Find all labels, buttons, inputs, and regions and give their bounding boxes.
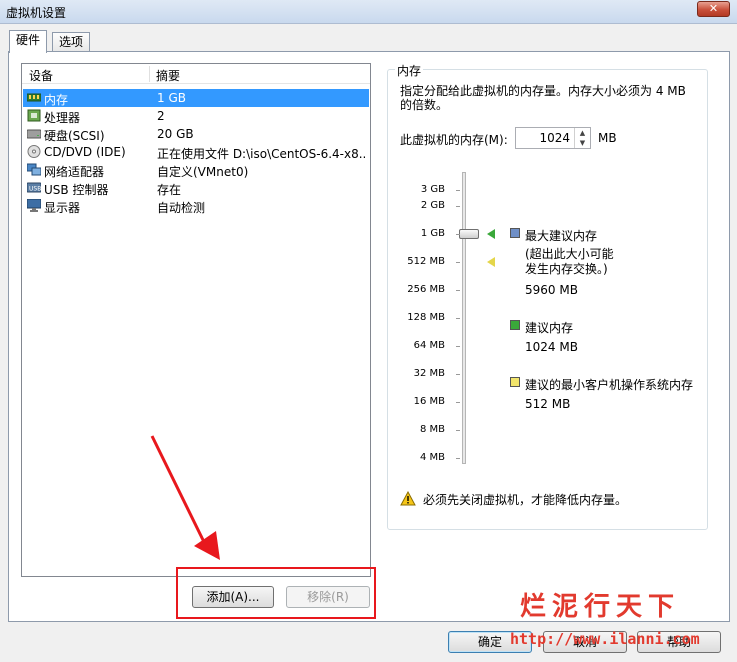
device-name: 硬盘(SCSI) (44, 129, 105, 143)
scale-label: 256 MB (407, 284, 445, 295)
recommended-swatch-icon (510, 320, 520, 330)
annotation-arrow (150, 435, 220, 560)
scale-tick (456, 402, 460, 403)
device-name: CD/DVD (IDE) (44, 145, 126, 159)
device-summary: 存在 (157, 183, 182, 197)
device-summary: 1 GB (157, 91, 186, 105)
scale-label: 512 MB (407, 256, 445, 267)
scale-label: 32 MB (413, 368, 445, 379)
device-row-cd-dvd[interactable]: CD/DVD (IDE) 正在使用文件 D:\iso\CentOS-6.4-x8… (23, 143, 369, 161)
recommended-label: 建议内存 (525, 321, 574, 335)
recommended-marker-icon (487, 229, 495, 239)
svg-text:USB: USB (29, 186, 41, 193)
device-summary: 20 GB (157, 127, 194, 141)
scale-tick (456, 458, 460, 459)
display-icon (27, 199, 41, 212)
memory-description: 指定分配给此虚拟机的内存量。内存大小必须为 4 MB 的倍数。 (400, 84, 686, 112)
recommended-value: 1024 MB (525, 340, 578, 354)
scale-label: 16 MB (413, 396, 445, 407)
max-recommended-note: (超出此大小可能发生内存交换。) (525, 247, 614, 276)
min-guest-swatch-icon (510, 377, 520, 387)
device-name: 网络适配器 (44, 165, 105, 179)
device-name: 内存 (44, 93, 69, 107)
column-header-device[interactable]: 设备 (29, 67, 53, 84)
watermark: 烂泥行天下 http://www.ilanni.com (510, 586, 732, 656)
scale-tick (456, 234, 460, 235)
scale-label: 128 MB (407, 312, 445, 323)
device-summary: 2 (157, 109, 165, 123)
scale-tick (456, 374, 460, 375)
processor-icon (27, 109, 41, 122)
scale-label: 64 MB (413, 340, 445, 351)
scale-tick (456, 290, 460, 291)
memory-slider-track[interactable] (462, 172, 466, 464)
device-row-memory[interactable]: 内存 1 GB (23, 89, 369, 107)
column-separator[interactable] (149, 66, 150, 82)
max-recommended-swatch-icon (510, 228, 520, 238)
scale-label: 3 GB (420, 184, 445, 195)
min-guest-value: 512 MB (525, 397, 571, 411)
tab-options[interactable]: 选项 (52, 32, 91, 52)
scale-tick (456, 430, 460, 431)
warning-icon (400, 491, 416, 506)
device-summary: 自定义(VMnet0) (157, 165, 249, 179)
memory-field-label: 此虚拟机的内存(M): (400, 133, 508, 147)
scale-label: 1 GB (420, 228, 445, 239)
watermark-url: http://www.ilanni.com (510, 630, 700, 648)
device-row-processor[interactable]: 处理器 2 (23, 107, 369, 125)
scale-tick (456, 206, 460, 207)
window-title: 虚拟机设置 (6, 6, 67, 20)
device-list-header: 设备 摘要 (22, 64, 370, 84)
spin-arrows[interactable]: ▲ ▼ (574, 128, 590, 148)
device-summary: 自动检测 (157, 201, 206, 215)
min-guest-marker-icon (487, 257, 495, 267)
memory-unit-label: MB (598, 131, 617, 145)
tab-hardware[interactable]: 硬件 (9, 30, 48, 53)
max-recommended-label: 最大建议内存 (525, 229, 598, 243)
memory-warning-text: 必须先关闭虚拟机，才能降低内存量。 (423, 493, 628, 507)
annotation-highlight-box (176, 567, 376, 619)
spin-up-icon[interactable]: ▲ (575, 128, 590, 138)
memory-spinbox[interactable]: 1024 ▲ ▼ (515, 127, 591, 149)
scale-label: 8 MB (419, 424, 445, 435)
watermark-title: 烂泥行天下 (520, 592, 681, 622)
min-guest-label: 建议的最小客户机操作系统内存 (525, 378, 694, 392)
usb-controller-icon: USB (27, 182, 41, 193)
device-row-display[interactable]: 显示器 自动检测 (23, 197, 369, 215)
network-adapter-icon (27, 163, 41, 176)
device-row-usb-controller[interactable]: USB USB 控制器 存在 (23, 179, 369, 197)
memory-slider-thumb[interactable] (459, 229, 479, 239)
device-name: 处理器 (44, 111, 81, 125)
column-header-summary[interactable]: 摘要 (156, 67, 180, 84)
device-row-network-adapter[interactable]: 网络适配器 自定义(VMnet0) (23, 161, 369, 179)
scale-tick (456, 346, 460, 347)
scale-tick (456, 262, 460, 263)
device-name: USB 控制器 (44, 183, 109, 197)
max-recommended-value: 5960 MB (525, 283, 578, 297)
scale-tick (456, 318, 460, 319)
memory-icon (27, 93, 41, 102)
scale-label: 2 GB (420, 200, 445, 211)
memory-group-title: 内存 (395, 62, 424, 79)
device-name: 显示器 (44, 201, 81, 215)
device-row-hard-disk[interactable]: 硬盘(SCSI) 20 GB (23, 125, 369, 143)
scale-label: 4 MB (419, 452, 445, 463)
hard-disk-icon (27, 129, 41, 139)
spin-down-icon[interactable]: ▼ (575, 138, 590, 148)
cd-dvd-icon (27, 145, 41, 158)
close-button[interactable]: ✕ (697, 1, 730, 17)
device-summary: 正在使用文件 D:\iso\CentOS-6.4-x8... (157, 147, 365, 161)
memory-value[interactable]: 1024 (539, 131, 570, 145)
scale-tick (456, 190, 460, 191)
title-bar: 虚拟机设置 ✕ (0, 0, 737, 24)
